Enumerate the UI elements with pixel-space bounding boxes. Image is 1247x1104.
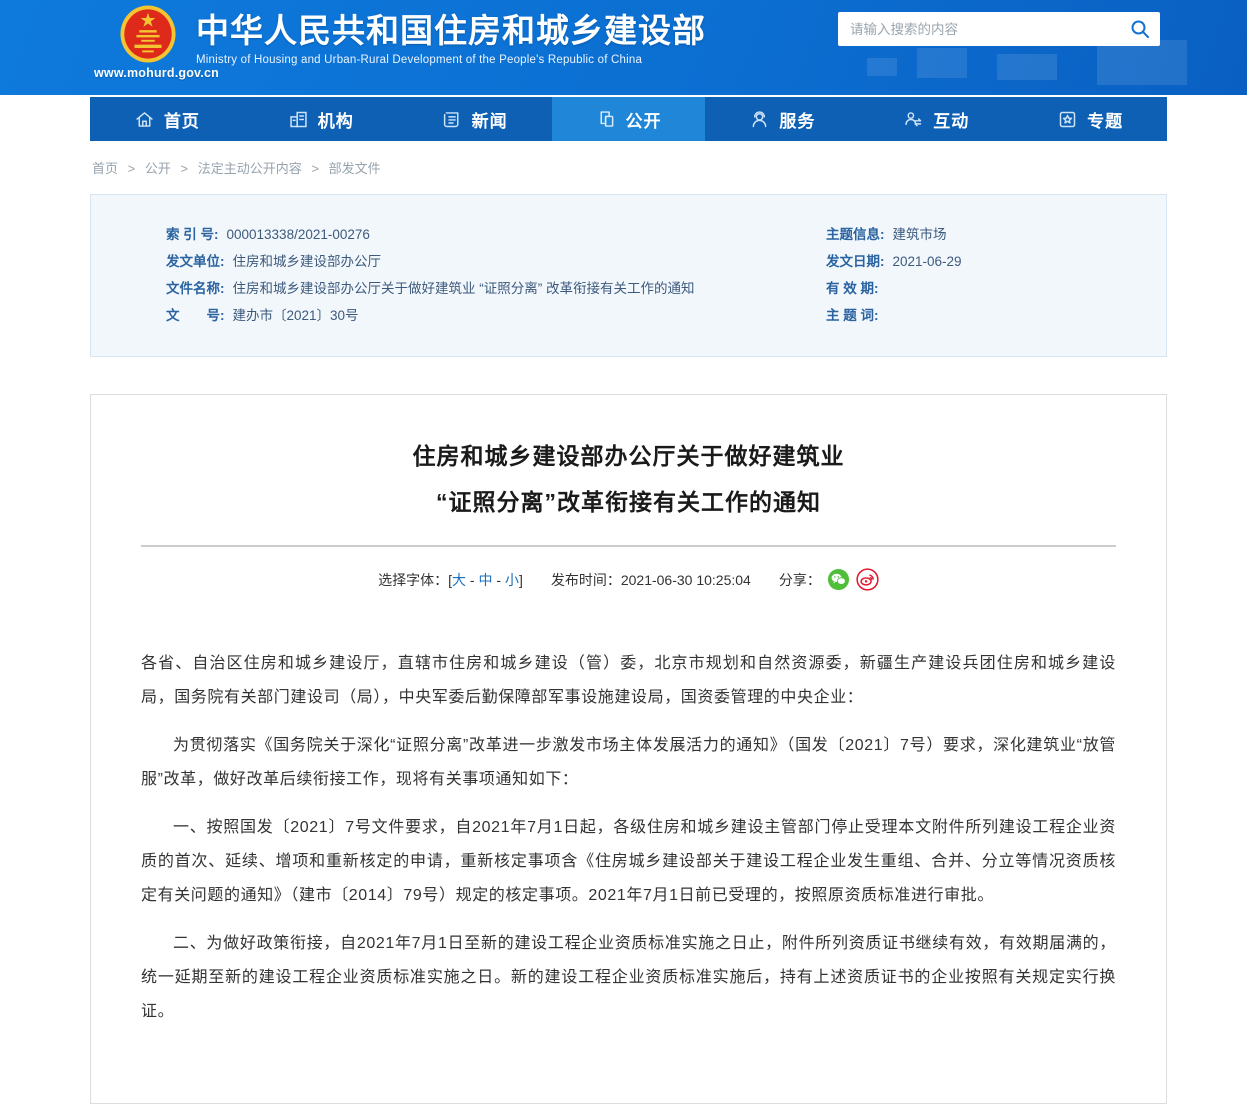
search-button[interactable] — [1120, 12, 1160, 46]
nav-item-service[interactable]: 服务 — [705, 97, 859, 141]
service-icon — [749, 109, 770, 130]
interaction-icon — [903, 109, 924, 130]
site-url: www.mohurd.gov.cn — [94, 66, 202, 80]
share-block: 分享： — [779, 568, 879, 591]
info-row-validity-period: 有 效 期: — [826, 275, 1156, 302]
nav-item-news[interactable]: 新闻 — [398, 97, 552, 141]
article-body: 各省、自治区住房和城乡建设厅，直辖市住房和城乡建设（管）委，北京市规划和自然资源… — [141, 647, 1116, 1029]
article-paragraph: 一、按照国发〔2021〕7号文件要求，自2021年7月1日起，各级住房和城乡建设… — [141, 811, 1116, 913]
info-row-index-number: 索 引 号: 000013338/2021-00276 — [166, 221, 826, 248]
site-header: www.mohurd.gov.cn 中华人民共和国住房和城乡建设部 Minist… — [0, 0, 1247, 95]
article-title-line1: 住房和城乡建设部办公厅关于做好建筑业 — [141, 433, 1116, 479]
article-paragraph: 为贯彻落实《国务院关于深化“证照分离”改革进一步激发市场主体发展活力的通知》（国… — [141, 729, 1116, 797]
breadcrumb-separator: > — [181, 161, 189, 176]
document-info-left-column: 索 引 号: 000013338/2021-00276 发文单位: 住房和城乡建… — [166, 221, 826, 336]
document-info-right-column: 主题信息: 建筑市场 发文日期: 2021-06-29 有 效 期: 主 题 词… — [826, 221, 1156, 336]
info-row-document-name: 文件名称: 住房和城乡建设部办公厅关于做好建筑业 “证照分离” 改革衔接有关工作… — [166, 275, 826, 302]
title-divider — [141, 545, 1116, 547]
home-icon — [134, 109, 155, 130]
info-row-document-number: 文 号: 建办市〔2021〕30号 — [166, 302, 826, 329]
news-icon — [442, 109, 463, 130]
share-label: 分享： — [779, 570, 821, 590]
article-box: 住房和城乡建设部办公厅关于做好建筑业 “证照分离”改革衔接有关工作的通知 选择字… — [90, 394, 1167, 1104]
font-size-medium-link[interactable]: 中 — [479, 572, 493, 588]
font-size-large-link[interactable]: 大 — [452, 572, 466, 588]
breadcrumb-separator: > — [128, 161, 136, 176]
search-box — [838, 12, 1160, 46]
nav-item-topics[interactable]: 专题 — [1013, 97, 1167, 141]
info-row-issue-date: 发文日期: 2021-06-29 — [826, 248, 1156, 275]
logo-block[interactable]: www.mohurd.gov.cn — [94, 4, 202, 80]
breadcrumb-statutory-content[interactable]: 法定主动公开内容 — [198, 161, 302, 176]
breadcrumb-disclosure[interactable]: 公开 — [145, 161, 171, 176]
info-row-issuing-unit: 发文单位: 住房和城乡建设部办公厅 — [166, 248, 826, 275]
font-size-small-link[interactable]: 小 — [505, 572, 519, 588]
search-icon — [1130, 19, 1150, 39]
wechat-share-icon[interactable] — [827, 568, 850, 591]
article-paragraph: 各省、自治区住房和城乡建设厅，直辖市住房和城乡建设（管）委，北京市规划和自然资源… — [141, 647, 1116, 715]
breadcrumb: 首页 > 公开 > 法定主动公开内容 > 部发文件 — [92, 158, 1247, 177]
article-title: 住房和城乡建设部办公厅关于做好建筑业 “证照分离”改革衔接有关工作的通知 — [141, 433, 1116, 525]
search-input[interactable] — [838, 14, 1120, 44]
publish-time: 发布时间：2021-06-30 10:25:04 — [551, 570, 751, 590]
nav-item-disclosure[interactable]: 公开 — [552, 97, 706, 141]
breadcrumb-separator: > — [311, 161, 319, 176]
article-paragraph: 二、为做好政策衔接，自2021年7月1日至新的建设工程企业资质标准实施之日止，附… — [141, 927, 1116, 1029]
article-meta-row: 选择字体：[大 - 中 - 小] 发布时间：2021-06-30 10:25:0… — [141, 568, 1116, 591]
breadcrumb-home[interactable]: 首页 — [92, 161, 118, 176]
site-title-cn: 中华人民共和国住房和城乡建设部 — [196, 11, 706, 51]
nav-item-interaction[interactable]: 互动 — [859, 97, 1013, 141]
document-info-box: 索 引 号: 000013338/2021-00276 发文单位: 住房和城乡建… — [90, 194, 1167, 357]
disclosure-icon — [596, 109, 617, 130]
breadcrumb-ministry-documents[interactable]: 部发文件 — [329, 161, 381, 176]
weibo-share-icon[interactable] — [856, 568, 879, 591]
main-nav: 首页 机构 新闻 公开 服务 互动 — [90, 97, 1167, 141]
info-row-subject-words: 主 题 词: — [826, 302, 1156, 329]
nav-item-home[interactable]: 首页 — [90, 97, 244, 141]
nav-item-organization[interactable]: 机构 — [244, 97, 398, 141]
topics-icon — [1057, 109, 1078, 130]
national-emblem-icon — [119, 4, 177, 64]
font-size-selector: 选择字体：[大 - 中 - 小] — [378, 570, 523, 590]
organization-icon — [288, 109, 309, 130]
info-row-topic-info: 主题信息: 建筑市场 — [826, 221, 1156, 248]
site-title-en: Ministry of Housing and Urban-Rural Deve… — [196, 54, 706, 66]
site-title-block: 中华人民共和国住房和城乡建设部 Ministry of Housing and … — [196, 11, 706, 66]
article-title-line2: “证照分离”改革衔接有关工作的通知 — [141, 479, 1116, 525]
